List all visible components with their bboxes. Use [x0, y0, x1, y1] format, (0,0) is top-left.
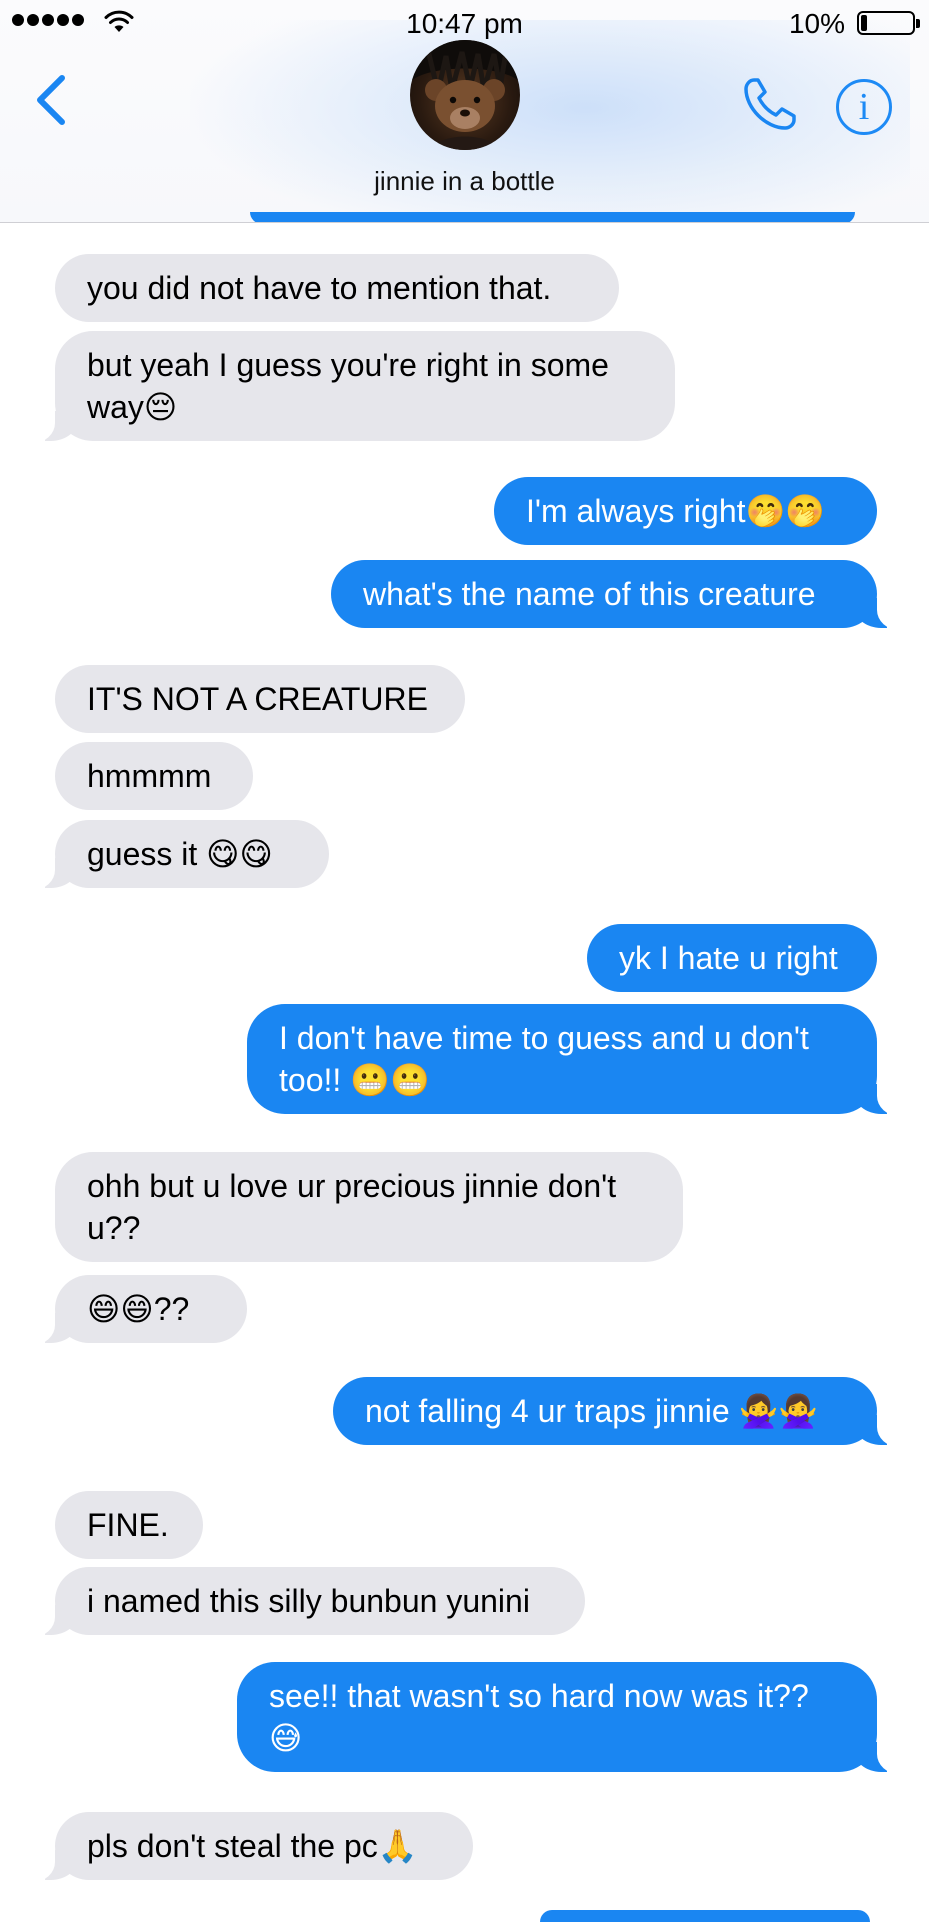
message-text: but yeah I guess you're right in some wa… [87, 347, 609, 425]
message-text: FINE. [87, 1507, 169, 1543]
message-text: yk I hate u right [619, 940, 838, 976]
message-text: ohh but u love ur precious jinnie don't … [87, 1168, 617, 1246]
message-bubble-incoming[interactable]: you did not have to mention that. [55, 254, 619, 322]
message-bubble-outgoing[interactable]: see!! that wasn't so hard now was it?? 😅 [237, 1662, 903, 1774]
message-text: IT'S NOT A CREATURE [87, 681, 428, 717]
message-bubble-incoming[interactable]: hmmmm [55, 742, 253, 810]
next-bubble-edge [540, 1910, 870, 1922]
message-bubble-incoming[interactable]: FINE. [55, 1491, 203, 1559]
contact-name[interactable]: jinnie in a bottle [0, 166, 929, 197]
message-bubble-incoming[interactable]: 😄😄?? [29, 1275, 247, 1345]
message-bubble-incoming[interactable]: pls don't steal the pc🙏 [29, 1812, 473, 1882]
message-text: 😄😄?? [87, 1291, 190, 1327]
message-text: I'm always right🤭🤭 [526, 493, 826, 529]
message-bubble-incoming[interactable]: ohh but u love ur precious jinnie don't … [55, 1152, 683, 1262]
message-text: not falling 4 ur traps jinnie 🙅‍♀️🙅‍♀️ [365, 1393, 819, 1429]
message-text: i named this silly bunbun yunini [87, 1583, 530, 1619]
chevron-left-icon[interactable] [30, 70, 74, 130]
message-bubble-outgoing[interactable]: not falling 4 ur traps jinnie 🙅‍♀️🙅‍♀️ [333, 1377, 903, 1447]
contact-avatar[interactable] [410, 40, 520, 150]
battery-icon [857, 11, 920, 35]
message-text: I don't have time to guess and u don't t… [279, 1020, 809, 1098]
message-text: see!! that wasn't so hard now was it?? 😅 [269, 1678, 809, 1756]
message-bubble-outgoing[interactable]: what's the name of this creature [331, 560, 903, 630]
message-bubble-incoming[interactable]: guess it 😋😋 [29, 820, 329, 890]
status-bar: 10:47 pm 10% [0, 0, 929, 44]
phone-icon[interactable] [740, 74, 800, 134]
message-text: you did not have to mention that. [87, 270, 552, 306]
message-bubble-incoming[interactable]: i named this silly bunbun yunini [29, 1567, 585, 1637]
message-bubble-outgoing[interactable]: I'm always right🤭🤭 [494, 477, 877, 545]
message-bubble-incoming[interactable]: IT'S NOT A CREATURE [55, 665, 465, 733]
message-text: hmmmm [87, 758, 212, 794]
message-bubble-incoming[interactable]: but yeah I guess you're right in some wa… [29, 331, 675, 443]
battery-percent: 10% [788, 8, 845, 39]
message-text: what's the name of this creature [363, 576, 816, 612]
info-icon[interactable]: i [836, 79, 892, 135]
conversation-header: 10:47 pm 10% jinnie in a bottle i [0, 0, 929, 223]
message-bubble-outgoing[interactable]: I don't have time to guess and u don't t… [247, 1004, 903, 1116]
message-text: guess it 😋😋 [87, 836, 273, 872]
message-text: pls don't steal the pc🙏 [87, 1828, 418, 1864]
message-bubble-outgoing[interactable]: yk I hate u right [587, 924, 877, 992]
previous-bubble-edge [250, 212, 855, 222]
